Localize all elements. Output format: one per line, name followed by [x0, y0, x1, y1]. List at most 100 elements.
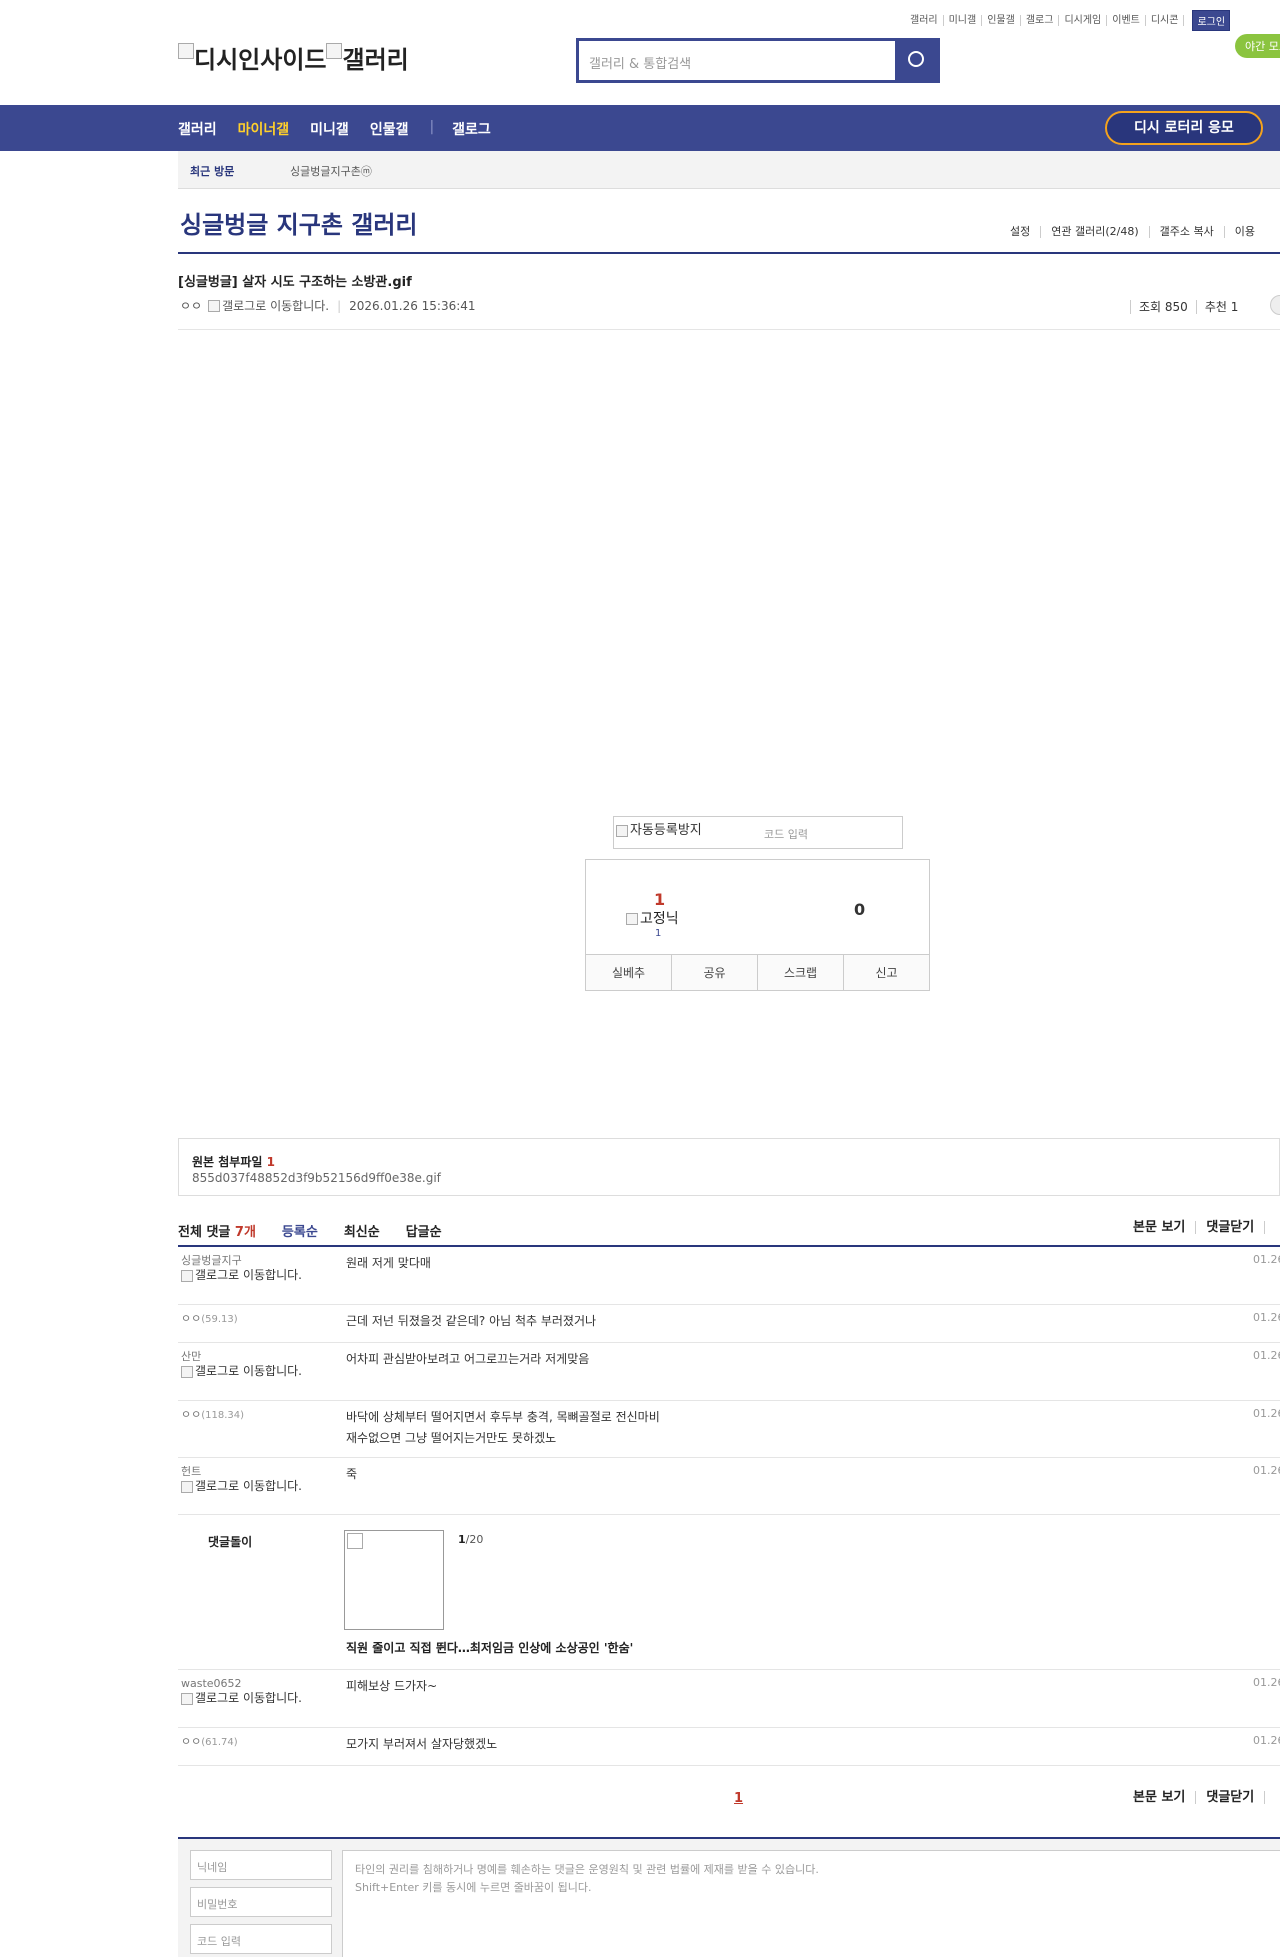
comment-ip: (61.74)	[201, 1737, 238, 1748]
view-body-button[interactable]: 본문 보기	[1123, 1791, 1195, 1804]
comment-text: 모가지 부러져서 살자당했겠노	[346, 1737, 498, 1751]
comment-nick: 싱글벙글지구 갤로그로 이동합니다.	[181, 1254, 306, 1283]
gallery-links: 설정 연관 갤러리(2/48) 갤주소 복사 이용	[1000, 226, 1265, 238]
top-link-persongall[interactable]: 인물갤	[982, 15, 1021, 26]
comment-nickname[interactable]: ㅇㅇ	[181, 1735, 201, 1748]
nav-gallery[interactable]: 갤러리	[178, 119, 217, 139]
post-date: 2026.01.26 15:36:41	[349, 298, 476, 313]
site-logo[interactable]: 디시인사이드 갤러리	[178, 40, 409, 75]
top-link-dccon[interactable]: 디시콘	[1146, 15, 1185, 26]
broken-image-icon	[616, 824, 628, 837]
comment-nickname[interactable]: 산만	[181, 1350, 201, 1363]
password-field[interactable]: 비밀번호	[190, 1887, 332, 1917]
close-comments-button[interactable]: 댓글닫기	[1195, 1791, 1264, 1804]
more-menu-icon[interactable]	[1270, 295, 1280, 315]
nav-mini-gallery[interactable]: 미니갤	[310, 119, 349, 139]
sort-by-registered[interactable]: 등록순	[282, 1221, 318, 1240]
comment-bot-page: 1/20	[458, 1533, 484, 1546]
top-link-dcgame[interactable]: 디시게임	[1059, 15, 1108, 26]
comment-text: 근데 저넌 뒤졌을것 같은데? 아님 척추 부러졌거나	[346, 1314, 597, 1328]
top-link-gallery[interactable]: 갤러리	[905, 15, 944, 26]
recent-visit-item[interactable]: 싱글벙글지구촌ⓜ	[290, 163, 372, 179]
comment-gallog-link[interactable]: 갤로그로 이동합니다.	[181, 1364, 302, 1378]
comment-total-count: 7개	[234, 1225, 256, 1240]
gallery-settings-link[interactable]: 설정	[1000, 226, 1040, 238]
attachment-file[interactable]: 855d037f48852d3f9b52156d9ff0e38e.gif	[192, 1171, 441, 1185]
post-gallog-link[interactable]: 갤로그로 이동합니다.	[222, 297, 329, 314]
comment-gallog-link[interactable]: 갤로그로 이동합니다.	[181, 1691, 302, 1705]
comment-row: 싱글벙글지구갤로그로 이동합니다. 원래 저게 맞다매 01.26	[178, 1247, 1280, 1305]
comment-nickname[interactable]: ㅇㅇ	[181, 1408, 201, 1421]
comment-textarea[interactable]: 타인의 권리를 침해하거나 명예를 훼손하는 댓글은 운영원칙 및 관련 법률에…	[342, 1850, 1280, 1957]
top-link-minigall[interactable]: 미니갤	[944, 15, 983, 26]
gallery-title[interactable]: 싱글벙글 지구촌 갤러리	[180, 205, 418, 240]
divider	[178, 252, 1280, 254]
nav-gallog[interactable]: 갤로그	[452, 119, 491, 139]
close-comments-button[interactable]: 댓글닫기	[1195, 1221, 1264, 1234]
nav-divider: |	[429, 119, 435, 135]
top-link-gallog[interactable]: 갤로그	[1021, 15, 1060, 26]
recommend-down-count[interactable]: 0	[854, 900, 865, 919]
comment-bot-thumbnail[interactable]	[344, 1530, 444, 1630]
report-button[interactable]: 신고	[844, 955, 929, 990]
comment-bot-headline[interactable]: 직원 줄이고 직접 뛴다…최저임금 인상에 소상공인 '한숨'	[346, 1639, 633, 1656]
comment-text: 어차피 관심받아보려고 어그로끄는거라 저게맞음	[346, 1352, 590, 1366]
comment-date: 01.26	[1253, 1349, 1280, 1362]
search-button[interactable]	[895, 41, 937, 80]
sort-by-latest[interactable]: 최신순	[344, 1221, 380, 1240]
comment-write-form: 닉네임 비밀번호 코드 입력 타인의 권리를 침해하거나 명예를 훼손하는 댓글…	[178, 1837, 1280, 1957]
comment-row: ㅇㅇ(61.74) 모가지 부러져서 살자당했겠노 01.26 15	[178, 1728, 1280, 1766]
captcha-alt: 자동등록방지	[630, 823, 702, 838]
night-mode-button[interactable]: 야간 모드	[1235, 34, 1280, 58]
comment-gallog-link[interactable]: 갤로그로 이동합니다.	[181, 1479, 302, 1493]
post-author[interactable]: ㅇㅇ	[180, 297, 202, 314]
search-input[interactable]: 갤러리 & 통합검색	[589, 53, 691, 72]
comment-nickname[interactable]: 싱글벙글지구	[181, 1254, 242, 1267]
comment-date: 01.26 15	[1253, 1407, 1280, 1420]
comment-nickname[interactable]: 헌트	[181, 1465, 201, 1478]
related-gallery-link[interactable]: 연관 갤러리(2/48)	[1040, 226, 1148, 238]
usage-link[interactable]: 이용	[1223, 226, 1265, 238]
attachment-label: 원본 첨부파일	[192, 1155, 263, 1169]
nickname-field[interactable]: 닉네임	[190, 1850, 332, 1880]
comment-row: 헌트갤로그로 이동합니다. 죽 01.26	[178, 1458, 1280, 1515]
login-button[interactable]: 로그인	[1192, 10, 1231, 31]
nav-person-gallery[interactable]: 인물갤	[370, 119, 409, 139]
comment-date: 01.26	[1253, 1676, 1280, 1689]
logo-text-dcinside: 디시인사이드	[194, 46, 327, 74]
recommend-up-count[interactable]: 1	[654, 890, 665, 909]
fixed-nick-count: 1	[655, 928, 662, 939]
broken-image-icon	[181, 1480, 193, 1493]
comment-date: 01.26 15	[1253, 1734, 1280, 1747]
comment-total: 전체 댓글 7개	[178, 1221, 256, 1240]
gallog-icon	[208, 299, 221, 312]
comment-ip: (59.13)	[201, 1314, 238, 1325]
view-body-button[interactable]: 본문 보기	[1123, 1221, 1195, 1234]
lotto-button[interactable]: 디시 로터리 응모	[1105, 111, 1263, 145]
comment-nick: ㅇㅇ(61.74)	[181, 1735, 306, 1750]
comment-text: 원래 저게 맞다매	[346, 1256, 431, 1270]
share-button[interactable]: 공유	[672, 955, 758, 990]
scrap-button[interactable]: 스크랩	[758, 955, 844, 990]
code-field[interactable]: 코드 입력	[190, 1924, 332, 1954]
copy-address-link[interactable]: 갤주소 복사	[1148, 226, 1224, 238]
top-link-event[interactable]: 이벤트	[1107, 15, 1146, 26]
comment-nickname[interactable]: ㅇㅇ	[181, 1312, 201, 1325]
attachment-box: 원본 첨부파일 1 855d037f48852d3f9b52156d9ff0e3…	[178, 1138, 1280, 1196]
comment-tools-bottom: 본문 보기 댓글닫기	[1123, 1791, 1280, 1804]
recent-visit-label[interactable]: 최근 방문	[190, 163, 234, 179]
post-stats: 조회 850 추천 1	[1130, 298, 1247, 315]
comment-row: ㅇㅇ(59.13) 근데 저넌 뒤졌을것 같은데? 아님 척추 부러졌거나 01…	[178, 1305, 1280, 1343]
comment-nickname[interactable]: waste0652	[181, 1677, 242, 1690]
broken-image-icon	[181, 1692, 193, 1705]
best-recommend-button[interactable]: 실베추	[586, 955, 672, 990]
sort-by-replies[interactable]: 답글순	[406, 1221, 442, 1240]
post-title: [싱글벙글] 살자 시도 구조하는 소방관.gif	[178, 275, 412, 290]
comment-gallog-link[interactable]: 갤로그로 이동합니다.	[181, 1268, 302, 1282]
comment-page-link[interactable]: 1	[734, 1791, 743, 1806]
nav-minor-gallery[interactable]: 마이너갤	[238, 119, 290, 139]
comment-text: 바닥에 상체부터 떨어지면서 후두부 충격, 목뼈골절로 전신마비 재수없으면 그…	[346, 1410, 660, 1445]
search-box: 갤러리 & 통합검색	[576, 38, 940, 83]
comment-date: 01.26	[1253, 1464, 1280, 1477]
captcha-input[interactable]: 코드 입력	[764, 826, 808, 842]
